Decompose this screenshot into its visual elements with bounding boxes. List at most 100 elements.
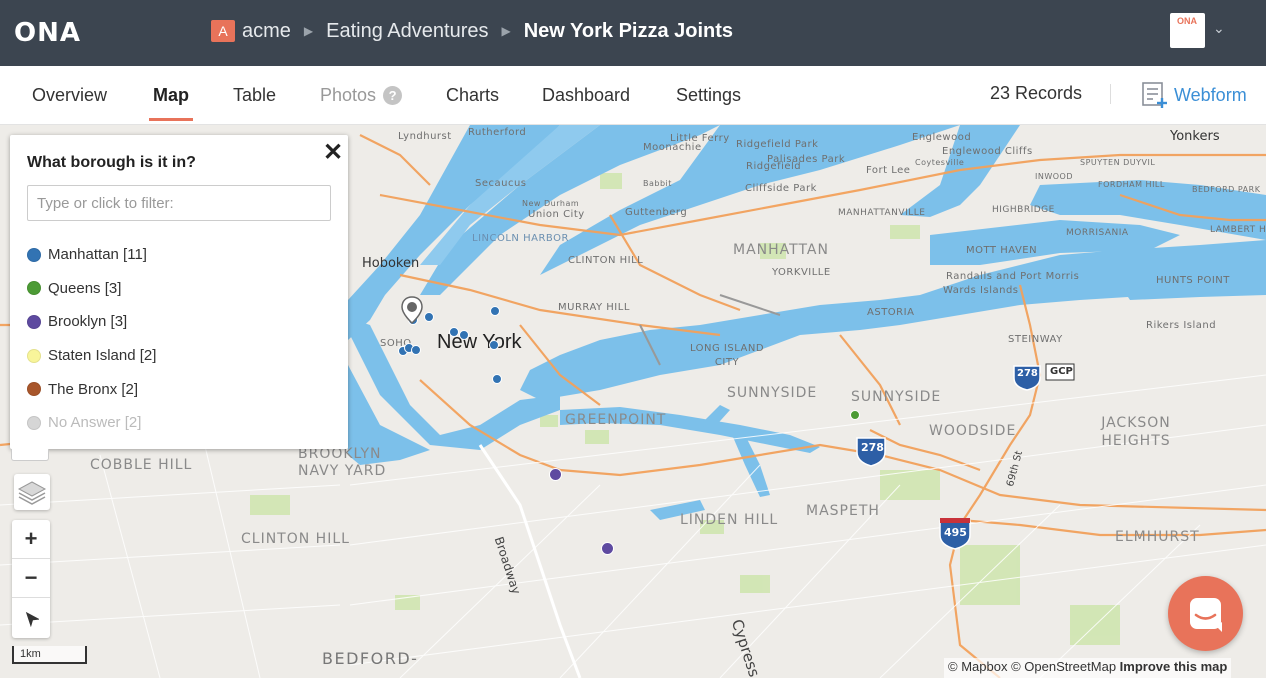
filter-title: What borough is it in? [27,154,196,171]
interstate-278-icon: 278 [861,441,884,454]
map-label: INWOOD [1035,172,1074,181]
filter-input[interactable] [27,185,331,221]
legend-item-queens[interactable]: Queens [3] [27,272,156,306]
chevron-down-icon[interactable]: ⌄ [1213,20,1225,37]
legend-label: No Answer [2] [48,414,142,432]
map-label: Babbit [643,179,672,188]
map-label: New Durham [522,199,580,208]
parkway-gcp-icon: GCP [1050,366,1073,377]
map-point-manhattan[interactable] [490,306,500,316]
map-label: MOTT HAVEN [966,245,1038,256]
map-point-manhattan[interactable] [459,330,469,340]
legend-dot-icon [27,415,41,430]
map-label: Fort Lee [866,165,911,176]
map-point-queens[interactable] [850,410,860,420]
breadcrumb-org[interactable]: acme [242,20,291,43]
breadcrumb-separator-icon: ▶ [501,24,511,38]
compass-button[interactable] [12,598,50,637]
map-label: JACKSON HEIGHTS [1101,415,1171,449]
map-label: SUNNYSIDE [727,385,818,401]
improve-map-link[interactable]: Improve this map [1120,659,1228,674]
layers-button[interactable] [14,474,50,510]
webform-link[interactable]: Webform [1142,80,1247,110]
map-label: MORRISANIA [1066,228,1129,238]
legend-item-the-bronx[interactable]: The Bronx [2] [27,372,156,406]
map-control-stub[interactable] [11,449,49,461]
map-label: Cliffside Park [745,183,817,194]
tab-map[interactable]: Map [153,85,189,106]
attribution-osm[interactable]: © OpenStreetMap [1011,659,1116,674]
legend-item-no-answer[interactable]: No Answer [2] [27,406,156,440]
tab-charts[interactable]: Charts [446,85,499,106]
tab-photos[interactable]: Photos ? [320,85,403,106]
legend-dot-icon [27,247,41,262]
legend-item-brooklyn[interactable]: Brooklyn [3] [27,305,156,339]
interstate-278-icon: 278 [1017,368,1038,379]
map-label: SPUYTEN DUYVIL [1080,158,1156,167]
map-label: Union City [528,209,585,220]
tab-overview[interactable]: Overview [32,85,107,106]
org-badge: A [211,20,235,42]
webform-icon [1142,81,1167,108]
map-pin-icon[interactable] [401,296,423,324]
map-point-manhattan[interactable] [489,340,499,350]
map-label: Englewood Cliffs [942,146,1033,157]
tab-dashboard[interactable]: Dashboard [542,85,630,106]
map-label: LONG ISLAND CITY [689,343,765,368]
legend-item-staten-island[interactable]: Staten Island [2] [27,339,156,373]
compass-icon [25,611,39,627]
map-label: MURRAY HILL [558,302,630,313]
tab-settings[interactable]: Settings [676,85,741,106]
map-label: HUNTS POINT [1156,275,1230,286]
interstate-495-icon: 495 [944,526,967,539]
user-avatar[interactable]: ONA [1170,13,1205,48]
map-label: Moonachie [643,142,702,153]
divider [1110,84,1111,104]
zoom-in-button[interactable]: + [12,520,50,559]
map-attribution: © Mapbox © OpenStreetMap Improve this ma… [944,658,1232,678]
attribution-mapbox[interactable]: © Mapbox [948,659,1007,674]
map-point-brooklyn[interactable] [549,468,562,481]
chat-button[interactable] [1168,576,1243,651]
map-label: Randalls and Port Morris [946,271,1080,282]
map-label: Lyndhurst [398,131,452,142]
map-label: ASTORIA [867,307,915,318]
map-label: COBBLE HILL [90,457,193,473]
map-point-manhattan[interactable] [411,345,421,355]
tab-bar: Overview Map Table Photos ? Charts Dashb… [0,66,1266,125]
map-label: FORDHAM HILL [1098,180,1165,189]
map-label: MANHATTANVILLE [838,208,926,218]
zoom-out-button[interactable]: − [12,559,50,598]
legend-label: Queens [3] [48,279,122,297]
map-label: CLINTON HILL [241,531,350,547]
help-icon[interactable]: ? [383,86,403,105]
map-label: LINCOLN HARBOR [472,233,569,244]
map-point-manhattan[interactable] [492,374,502,384]
map-label: Rikers Island [1146,320,1217,331]
breadcrumb: A acme ▶ Eating Adventures ▶ New York Pi… [211,19,733,43]
map-label: CLINTON HILL [568,255,644,266]
map-label: Secaucus [475,178,527,189]
legend-label: Staten Island [2] [48,347,157,365]
webform-label: Webform [1174,84,1247,105]
map-label: Ridgefield Park [736,139,819,150]
layers-icon [17,481,47,505]
map-label: Englewood [912,132,972,143]
breadcrumb-form: New York Pizza Joints [523,19,734,42]
map-point-manhattan[interactable] [449,327,459,337]
ona-logo[interactable]: ONA [14,18,81,48]
map-point-brooklyn[interactable] [601,542,614,555]
legend-item-manhattan[interactable]: Manhattan [11] [27,238,156,272]
map-point-manhattan[interactable] [424,312,434,322]
tab-table[interactable]: Table [233,85,276,106]
map-label: STEINWAY [1008,334,1063,345]
map-label: Rutherford [468,127,527,138]
breadcrumb-project[interactable]: Eating Adventures [326,20,488,43]
map-scale: 1km [12,646,87,664]
legend-dot-icon [27,348,41,363]
avatar-logo-icon: ONA [1177,16,1197,26]
map-label: Palisades Park [767,154,846,165]
map-label: MASPETH [806,503,880,519]
close-icon[interactable]: ✕ [323,138,343,167]
top-bar: ONA A acme ▶ Eating Adventures ▶ New Yor… [0,0,1266,66]
